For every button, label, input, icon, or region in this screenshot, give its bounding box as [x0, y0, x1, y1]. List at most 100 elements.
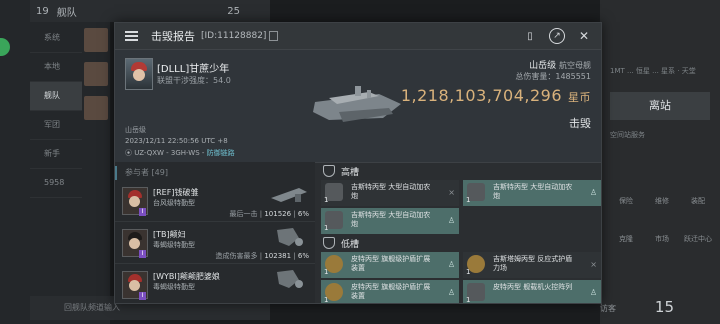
kill-location[interactable]: ⦿ UZ-QXW - 3GH-WS - 防御链路: [125, 148, 235, 158]
destroyed-status-icon: ×: [448, 188, 455, 197]
module-qty: 1: [324, 296, 329, 304]
attacker-ship: 毒蝎级特勤型: [153, 241, 195, 249]
chat-channel-list: 系统 本地 舰队 军团 新手 5958: [30, 24, 82, 198]
module-item[interactable]: 1 吉斯塔姆丙型 反应式护盾力场 ×: [463, 252, 601, 278]
module-name: 吉斯特丙型 大型自动加农炮: [493, 183, 573, 200]
menu-icon[interactable]: [115, 23, 147, 49]
module-qty: 1: [324, 224, 329, 232]
chat-title: 舰队: [56, 7, 77, 19]
attacker-ship: 台风级特勤型: [153, 199, 195, 207]
rank-badge: I: [139, 292, 146, 300]
kill-report-window: 击毁报告 [ID:11128882] ▯ ↗ ✕ [DLLL]甘蔗少年 联盟干涉…: [114, 22, 602, 304]
victim-ship-line: 山岳级: [125, 126, 146, 134]
channel-5958[interactable]: 5958: [30, 169, 82, 198]
module-qty: 1: [466, 196, 471, 204]
shield-icon: [323, 237, 335, 249]
dropped-status-icon: ♙: [447, 288, 455, 297]
visitor-count: 15: [654, 298, 674, 316]
victim-standing: 联盟干涉强度：54.0: [157, 76, 231, 85]
avatar: [84, 96, 108, 120]
module-qty: 1: [466, 268, 471, 276]
victim-ship-type: 山岳级 航空母舰: [529, 61, 591, 71]
module-qty: 1: [324, 196, 329, 204]
kill-time: 2023/12/11 22:50:56 UTC +8: [125, 137, 228, 145]
carrier-ship-image: [313, 86, 401, 122]
attacker-row[interactable]: I [REF]钱破雏 台风级特勤型 最后一击 | 101526 | 6%: [115, 180, 315, 222]
channel-system[interactable]: 系统: [30, 24, 82, 53]
clipboard-icon[interactable]: ▯: [521, 27, 539, 45]
high-slot-modules: 1 吉斯特丙型 大型自动加农炮 × 1 吉斯特丙型 大型自动加农炮 ♙ 1 吉斯…: [319, 180, 601, 234]
module-name: 皮特丙型 舰载机火控阵列: [493, 283, 573, 291]
copy-icon[interactable]: [269, 31, 279, 41]
module-item[interactable]: 1 皮特丙型 旗舰级护盾扩展装置 ♙: [321, 252, 459, 278]
victim-summary: [DLLL]甘蔗少年 联盟干涉强度：54.0 山岳级 航空母舰 总伤害量：148…: [115, 50, 601, 163]
share-icon[interactable]: ↗: [549, 28, 565, 44]
module-item[interactable]: 1 皮特丙型 旗舰级护盾扩展装置 ♙: [321, 280, 459, 304]
rank-badge: I: [139, 208, 146, 216]
victim-portrait[interactable]: [125, 58, 153, 90]
module-item[interactable]: 1 吉斯特丙型 大型自动加农炮 ♙: [321, 208, 459, 234]
fitting-slots: 高槽 1 吉斯特丙型 大型自动加农炮 × 1 吉斯特丙型 大型自动加农炮 ♙ 1: [319, 162, 601, 303]
service-repair[interactable]: 维修: [644, 196, 680, 206]
module-item[interactable]: 1 吉斯特丙型 大型自动加农炮 ×: [321, 180, 459, 206]
kill-report-header: 击毁报告 [ID:11128882] ▯ ↗ ✕: [115, 23, 601, 50]
module-qty: 1: [324, 268, 329, 276]
report-id: [ID:11128882]: [201, 31, 267, 41]
channel-fleet[interactable]: 舰队: [30, 82, 82, 111]
avatar: [84, 62, 108, 86]
channel-local[interactable]: 本地: [30, 53, 82, 82]
module-qty: 1: [466, 296, 471, 304]
attacker-name: [WYBI]颠颠肥婆娘: [153, 272, 220, 281]
station-panel: 1MT ... 恒星 ... 星系 · 天堂 离站 空间站服务 保险 维修 装配…: [600, 0, 720, 324]
chat-header: 19 舰队 25: [30, 0, 270, 22]
dropped-status-icon: ♙: [447, 260, 455, 269]
channel-corp[interactable]: 军团: [30, 111, 82, 140]
service-insurance[interactable]: 保险: [608, 196, 644, 206]
attacker-stat: 最后一击 | 101526 | 6%: [229, 210, 309, 218]
dropped-status-icon: ♙: [447, 216, 455, 225]
module-item[interactable]: 1 皮特丙型 舰载机火控阵列 ♙: [463, 280, 601, 304]
close-icon[interactable]: ✕: [575, 27, 593, 45]
channel-newbie[interactable]: 新手: [30, 140, 82, 169]
module-name: 皮特丙型 旗舰级护盾扩展装置: [351, 255, 431, 272]
attacker-weapon-image: [271, 188, 307, 202]
attacker-ship: 毒蝎级特勤型: [153, 283, 195, 291]
module-item[interactable]: 1 吉斯特丙型 大型自动加农炮 ♙: [463, 180, 601, 206]
avatar: [84, 28, 108, 52]
service-clone[interactable]: 克隆: [608, 234, 644, 244]
attacker-name: [REF]钱破雏: [153, 188, 199, 197]
attackers-header: 参与者 [49]: [115, 166, 315, 180]
high-slot-header: 高槽: [319, 162, 601, 180]
visitor-label: 访客: [600, 304, 616, 313]
kill-report-title: 击毁报告: [151, 30, 195, 43]
service-market[interactable]: 市场: [644, 234, 680, 244]
member-count: 19: [36, 5, 49, 17]
rank-badge: I: [139, 250, 146, 258]
service-fitting[interactable]: 装配: [680, 196, 716, 206]
station-services-label: 空间站服务: [610, 131, 645, 139]
dropped-status-icon: ♙: [589, 188, 597, 197]
attacker-weapon-image: [277, 270, 303, 288]
chat-number: 25: [227, 5, 240, 17]
attackers-panel: 参与者 [49] I [REF]钱破雏 台风级特勤型 最后一击 | 101526…: [115, 162, 315, 303]
undock-button[interactable]: 离站: [610, 92, 710, 120]
total-damage: 总伤害量：1485551: [515, 72, 591, 81]
low-slot-modules: 1 皮特丙型 旗舰级护盾扩展装置 ♙ 1 吉斯塔姆丙型 反应式护盾力场 × 1 …: [319, 252, 601, 304]
attacker-row[interactable]: I [TB]颠妇 毒蝎级特勤型 造成伤害最多 | 102381 | 6%: [115, 222, 315, 264]
service-jump[interactable]: 跃迁中心: [680, 234, 716, 244]
module-name: 吉斯特丙型 大型自动加农炮: [351, 211, 431, 228]
attacker-row[interactable]: I [WYBI]颠颠肥婆娘 毒蝎级特勤型: [115, 264, 315, 303]
low-slot-header: 低槽: [319, 234, 601, 252]
attacker-stat: 造成伤害最多 | 102381 | 6%: [215, 252, 309, 260]
attacker-weapon-image: [277, 228, 303, 246]
module-name: 吉斯特丙型 大型自动加农炮: [351, 183, 431, 200]
shield-icon: [323, 165, 335, 177]
kill-outcome: 击毁: [569, 117, 591, 130]
region-title: 1MT ... 恒星 ... 星系 · 天堂: [610, 67, 696, 75]
module-name: 吉斯塔姆丙型 反应式护盾力场: [493, 255, 573, 272]
victim-name[interactable]: [DLLL]甘蔗少年: [157, 60, 229, 75]
attacker-name: [TB]颠妇: [153, 230, 186, 239]
dropped-status-icon: ♙: [589, 288, 597, 297]
isk-lost: 1,218,103,704,296 星币: [400, 86, 591, 105]
service-grid: 保险 维修 装配 克隆 市场 跃迁中心: [608, 196, 716, 244]
